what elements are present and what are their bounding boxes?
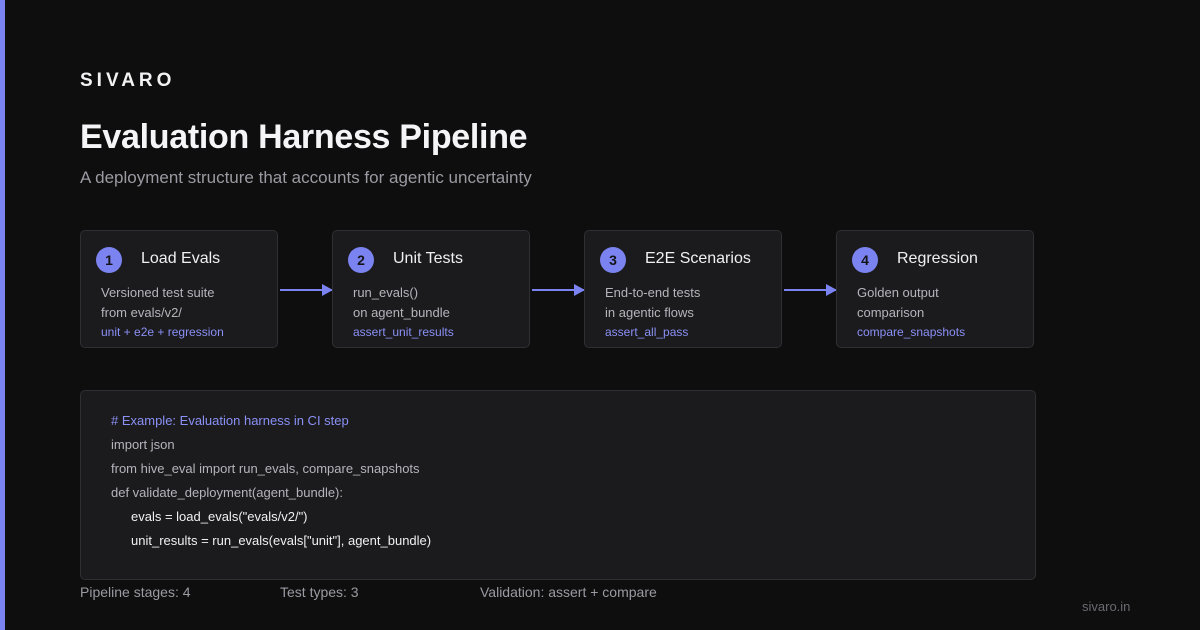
- stage-description-line: run_evals(): [353, 285, 419, 300]
- stage-number-badge: 3: [600, 247, 626, 273]
- stage-description-line: on agent_bundle: [353, 305, 450, 320]
- code-comment: # Example: Evaluation harness in CI step: [111, 413, 349, 428]
- stage-code-tag: compare_snapshots: [857, 325, 966, 339]
- stage-description-line: Golden output: [857, 285, 939, 300]
- stage-description-line: in agentic flows: [605, 305, 694, 320]
- stage-title: Regression: [897, 250, 978, 267]
- stage-code-tag: assert_unit_results: [353, 325, 454, 339]
- code-line: def validate_deployment(agent_bundle):: [111, 485, 344, 500]
- stat-validation: Validation: assert + compare: [480, 584, 657, 600]
- stage-card-e2e-scenarios: 3 E2E Scenarios End-to-end tests in agen…: [584, 230, 782, 348]
- code-line: unit_results = run_evals(evals["unit"], …: [131, 533, 432, 548]
- stat-pipeline-stages: Pipeline stages: 4: [80, 584, 191, 600]
- footer-url: sivaro.in: [1082, 599, 1131, 614]
- stage-number-badge: 2: [348, 247, 374, 273]
- code-line: import json: [111, 437, 175, 452]
- page-title: Evaluation Harness Pipeline: [80, 118, 528, 156]
- page-subtitle: A deployment structure that accounts for…: [80, 168, 532, 187]
- stage-title: Unit Tests: [393, 250, 463, 267]
- stage-number-badge: 1: [96, 247, 122, 273]
- stage-card-regression: 4 Regression Golden output comparison co…: [836, 230, 1034, 348]
- brand-logo: SIVARO: [80, 70, 176, 91]
- stage-code-tag: assert_all_pass: [605, 325, 689, 339]
- code-example-block: # Example: Evaluation harness in CI step…: [80, 390, 1036, 580]
- code-line: from hive_eval import run_evals, compare…: [111, 461, 420, 476]
- stat-test-types: Test types: 3: [280, 584, 359, 600]
- stage-code-tag: unit + e2e + regression: [101, 325, 224, 339]
- flow-arrow-icon: [280, 284, 333, 296]
- stage-description-line: from evals/v2/: [101, 305, 182, 320]
- flow-arrow-icon: [784, 284, 837, 296]
- accent-bar: [0, 0, 5, 630]
- flow-arrow-icon: [532, 284, 585, 296]
- stage-number-badge: 4: [852, 247, 878, 273]
- stage-description-line: End-to-end tests: [605, 285, 701, 300]
- code-line: evals = load_evals("evals/v2/"): [131, 509, 308, 524]
- stage-description-line: comparison: [857, 305, 925, 320]
- stage-title: E2E Scenarios: [645, 250, 751, 267]
- stage-card-unit-tests: 2 Unit Tests run_evals() on agent_bundle…: [332, 230, 530, 348]
- stage-description-line: Versioned test suite: [101, 285, 215, 300]
- stage-card-load-evals: 1 Load Evals Versioned test suite from e…: [80, 230, 278, 348]
- stage-title: Load Evals: [141, 250, 221, 267]
